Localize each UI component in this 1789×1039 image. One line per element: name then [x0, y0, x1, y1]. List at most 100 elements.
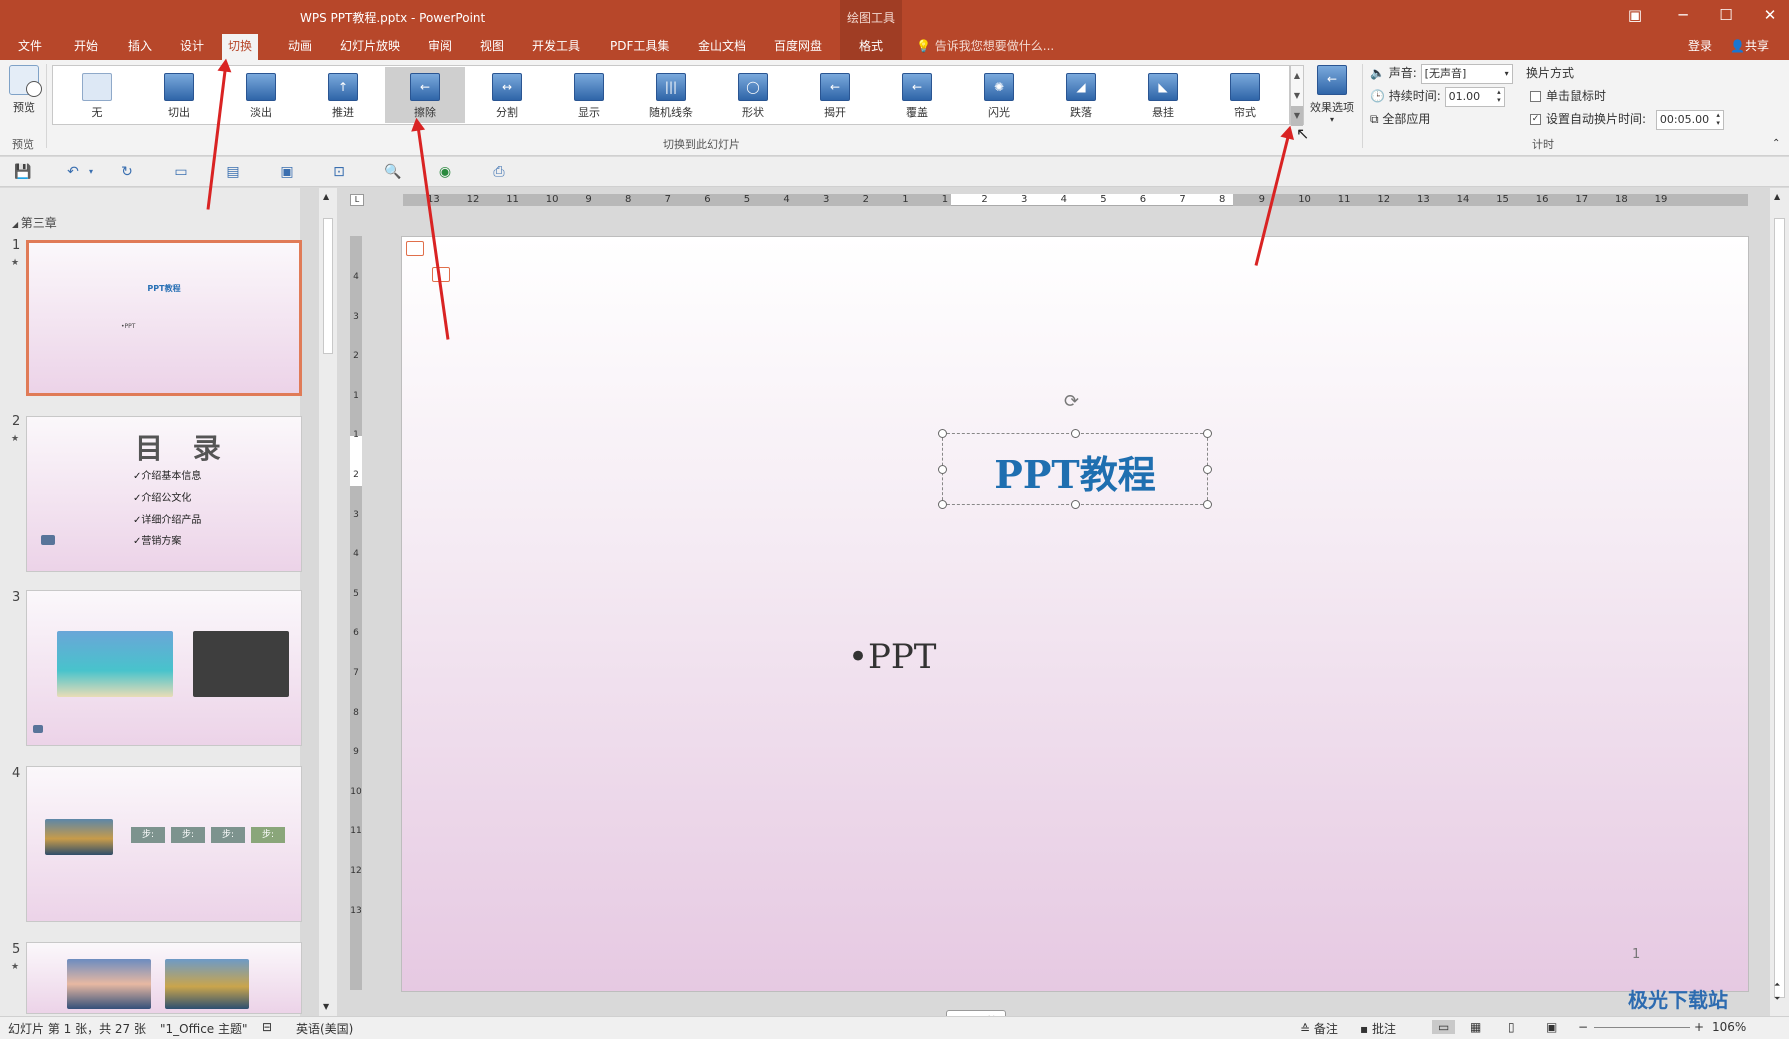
resize-handle[interactable] — [938, 500, 947, 509]
tab-insert[interactable]: 插入 — [122, 34, 158, 60]
slide-sorter-icon[interactable]: ▦ — [1470, 1020, 1481, 1034]
apply-all-button[interactable]: ⧉ 全部应用 — [1370, 109, 1430, 129]
maximize-icon[interactable]: ☐ — [1711, 6, 1741, 24]
present-icon[interactable]: ⊡ — [330, 163, 348, 181]
zoom-icon[interactable]: 🔍 — [384, 163, 402, 181]
title-textbox[interactable]: PPT教程 — [938, 429, 1212, 509]
resize-handle[interactable] — [1203, 465, 1212, 474]
text-box-icon[interactable]: ▤ — [224, 163, 242, 181]
gallery-up-icon[interactable]: ▲ — [1291, 66, 1303, 86]
transition-curtains[interactable]: 帘式 — [1205, 67, 1285, 123]
tab-developer[interactable]: 开发工具 — [526, 34, 586, 60]
transition-fall-over[interactable]: ◢ 跌落 — [1041, 67, 1121, 123]
minimize-icon[interactable]: ─ — [1668, 6, 1698, 24]
undo-icon[interactable]: ↶ — [64, 163, 82, 181]
new-slide-icon[interactable]: ▭ — [172, 163, 190, 181]
tab-baidu-netdisk[interactable]: 百度网盘 — [768, 34, 828, 60]
scroll-down-icon[interactable]: ▼ — [323, 1002, 329, 1011]
slideshow-view-icon[interactable]: ▣ — [1546, 1020, 1557, 1034]
transition-flash[interactable]: ✺ 闪光 — [959, 67, 1039, 123]
save-icon[interactable]: 💾 — [14, 163, 32, 181]
slideshow-icon[interactable]: ▣ — [278, 163, 296, 181]
scroll-thumb[interactable] — [1774, 218, 1785, 998]
language[interactable]: 英语(美国) — [296, 1020, 353, 1037]
transition-shape[interactable]: ◯ 形状 — [713, 67, 793, 123]
duration-input[interactable]: 01.00 ▴ ▾ — [1444, 86, 1505, 107]
transition-none[interactable]: 无 — [57, 67, 137, 123]
slide-thumbnail-3[interactable] — [26, 590, 302, 746]
share-button[interactable]: 👤共享 — [1730, 34, 1769, 60]
transition-drape[interactable]: ◣ 悬挂 — [1123, 67, 1203, 123]
resize-handle[interactable] — [1071, 429, 1080, 438]
auto-advance-checkbox[interactable]: ✓ 设置自动换片时间: 00:05.00 ▴ ▾ — [1530, 109, 1724, 130]
tell-me-search[interactable]: 💡 告诉我您想要做什么... — [916, 34, 1054, 60]
zoom-level[interactable]: 106% — [1712, 1020, 1746, 1034]
ribbon-display-icon[interactable]: ▣ — [1620, 6, 1650, 24]
resize-handle[interactable] — [938, 429, 947, 438]
transition-random-bars[interactable]: ||| 随机线条 — [631, 67, 711, 123]
close-icon[interactable]: ✕ — [1755, 6, 1785, 24]
tab-design[interactable]: 设计 — [174, 34, 210, 60]
tab-format[interactable]: 格式 — [840, 34, 902, 60]
next-slide-icon[interactable]: ⏷ — [1774, 994, 1780, 1004]
redo-icon[interactable]: ↻ — [118, 163, 136, 181]
transition-cut[interactable]: 切出 — [139, 67, 219, 123]
resize-handle[interactable] — [1203, 429, 1212, 438]
slide-thumbnail-1[interactable]: PPT教程 •PPT — [26, 240, 302, 396]
tab-review[interactable]: 审阅 — [422, 34, 458, 60]
tab-animations[interactable]: 动画 — [282, 34, 318, 60]
transition-cover[interactable]: ← 覆盖 — [877, 67, 957, 123]
chevron-down-icon[interactable]: ▾ — [82, 163, 100, 181]
effect-options-button[interactable]: ← 效果选项 ▾ — [1306, 65, 1358, 124]
on-click-checkbox[interactable]: 单击鼠标时 — [1530, 86, 1606, 106]
gallery-down-icon[interactable]: ▼ — [1291, 86, 1303, 106]
tab-home[interactable]: 开始 — [68, 34, 104, 60]
transition-split[interactable]: ↔ 分割 — [467, 67, 547, 123]
tab-stop-icon[interactable]: L — [350, 194, 364, 206]
transition-wipe[interactable]: ← 擦除 — [385, 67, 465, 123]
preview-button[interactable]: 预览 — [6, 65, 42, 115]
tab-slideshow[interactable]: 幻灯片放映 — [334, 34, 406, 60]
zoom-slider[interactable] — [1594, 1027, 1690, 1028]
scroll-up-icon[interactable]: ▲ — [323, 192, 329, 201]
tab-transitions[interactable]: 切换 — [222, 34, 259, 60]
notes-button[interactable]: ≙ 备注 — [1300, 1020, 1338, 1037]
slide-thumbnail-4[interactable]: 步: 步: 步: 步: — [26, 766, 302, 922]
comments-button[interactable]: ▪ 批注 — [1360, 1020, 1396, 1037]
transition-push[interactable]: ↑ 推进 — [303, 67, 383, 123]
collapse-ribbon-icon[interactable]: ⌃ — [1772, 138, 1780, 149]
comment-icon[interactable] — [406, 241, 424, 256]
scroll-up-icon[interactable]: ▲ — [1774, 192, 1780, 201]
normal-view-icon[interactable]: ▭ — [1432, 1020, 1456, 1034]
gallery-more-icon[interactable]: ▼ — [1291, 106, 1303, 126]
slide-bullet-text[interactable]: •PPT — [848, 637, 937, 677]
previous-slide-icon[interactable]: ⏶ — [1774, 980, 1780, 990]
editor-scrollbar[interactable]: ▲ ⏶ ⏷ — [1770, 188, 1789, 1016]
tab-file[interactable]: 文件 — [12, 34, 48, 60]
tab-kingsoft-docs[interactable]: 金山文档 — [692, 34, 752, 60]
tab-view[interactable]: 视图 — [474, 34, 510, 60]
zoom-out-icon[interactable]: − — [1578, 1020, 1588, 1034]
slide-thumbnail-2[interactable]: 目 录 ✓介绍基本信息 ✓介绍公文化 ✓详细介绍产品 ✓营销方案 — [26, 416, 302, 572]
slide-thumbnail-5[interactable] — [26, 942, 302, 1014]
camera-icon[interactable]: ◉ — [436, 163, 454, 181]
slide-canvas[interactable]: ⟳ PPT教程 •PPT 1 — [401, 236, 1749, 992]
slide-title[interactable]: PPT教程 — [943, 444, 1207, 499]
transition-reveal[interactable]: 显示 — [549, 67, 629, 123]
resize-handle[interactable] — [1071, 500, 1080, 509]
thumbnails-scrollbar[interactable]: ▲ ▼ — [319, 188, 337, 1016]
section-header[interactable]: ◢ 第三章 — [12, 214, 57, 231]
reading-view-icon[interactable]: ▯ — [1508, 1020, 1515, 1034]
spellcheck-icon[interactable]: ⊟ — [262, 1020, 272, 1034]
transition-uncover[interactable]: ← 揭开 — [795, 67, 875, 123]
zoom-in-icon[interactable]: + — [1694, 1020, 1704, 1034]
sound-select[interactable]: [无声音] ▾ — [1420, 63, 1513, 84]
login-link[interactable]: 登录 — [1688, 34, 1712, 60]
rotate-handle-icon[interactable]: ⟳ — [1064, 391, 1079, 412]
document-icon[interactable]: ⎙ — [490, 163, 508, 181]
auto-advance-input[interactable]: 00:05.00 ▴ ▾ — [1655, 109, 1724, 130]
transition-fade[interactable]: 淡出 — [221, 67, 301, 123]
tab-pdf-tools[interactable]: PDF工具集 — [604, 34, 675, 60]
scroll-thumb[interactable] — [323, 218, 333, 354]
resize-handle[interactable] — [1203, 500, 1212, 509]
